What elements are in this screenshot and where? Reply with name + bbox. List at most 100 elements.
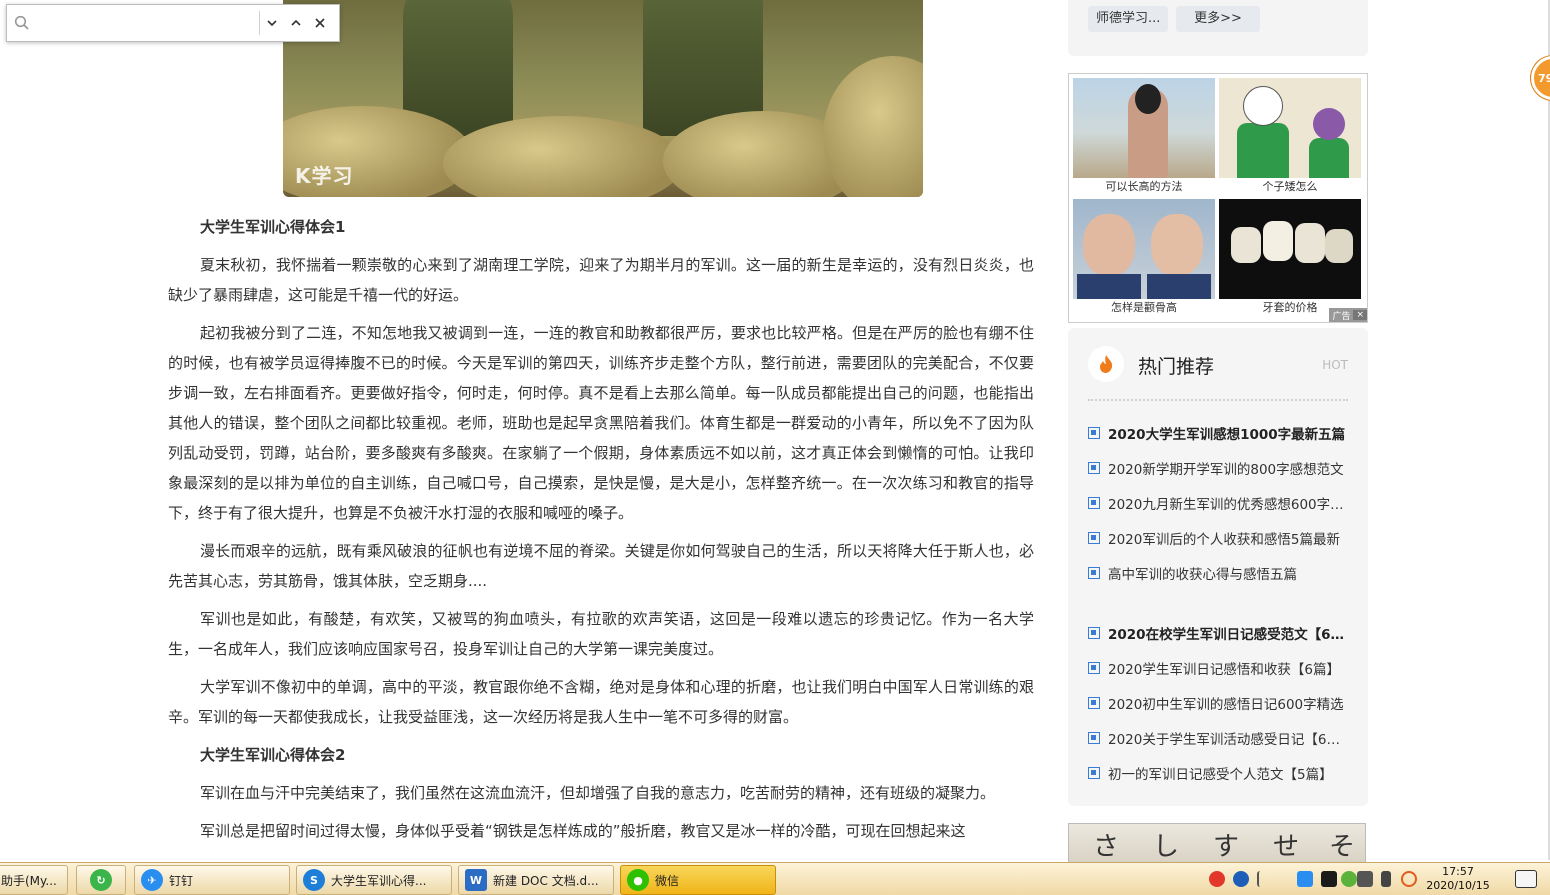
close-icon[interactable] [308,9,332,37]
hot-link[interactable]: 2020在校学生军训日记感受范文【6篇】 [1088,622,1350,644]
chevron-up-icon[interactable] [284,9,308,37]
sandbag [823,56,923,197]
network-icon[interactable] [1357,871,1373,887]
taskbar-item-assistant[interactable]: 助手(My... [0,865,68,895]
hw-char: そ [1329,832,1356,862]
notification-icon[interactable] [1515,870,1537,888]
article-icon [1088,462,1100,474]
article-body: 大学生军训心得体会1 夏末秋初，我怀揣着一颗崇敬的心来到了湖南理工学院，迎来了为… [168,212,1034,854]
sogou-input-icon[interactable] [1209,871,1225,887]
refresh-icon: ↻ [90,869,112,891]
hot-link[interactable]: 2020关于学生军训活动感受日记【6篇】 [1088,727,1350,749]
hot-link[interactable]: 高中军训的收获心得与感悟五篇 [1088,562,1350,584]
paragraph: 军训总是把留时间过得太慢，身体似乎受着“钢铁是怎样炼成的”般折磨，教官又是冰一样… [200,822,966,840]
image-watermark: K学习 [295,164,354,188]
qq-tray-icon[interactable] [1321,871,1337,887]
clock-date: 2020/10/15 [1426,879,1490,892]
hw-char: さ [1093,832,1120,862]
wechat-icon: ● [627,869,649,891]
tag-link[interactable]: 师德学习... [1088,6,1169,32]
help-icon[interactable] [1233,871,1249,887]
flame-icon [1088,346,1124,382]
hot-link-text: 2020学生军训日记感悟和收获【6篇】 [1108,662,1340,678]
article-icon [1088,532,1100,544]
ad-thumbnail [1073,78,1215,178]
divider [1088,399,1348,401]
taskbar-item-label: 大学生军训心得... [331,873,427,888]
hot-link[interactable]: 2020学生军训日记感悟和收获【6篇】 [1088,657,1350,679]
taskbar-item-refresh[interactable]: ↻ [76,865,126,895]
clock-time: 17:57 [1442,865,1474,878]
taskbar-item-browser[interactable]: S 大学生军训心得... [296,865,452,895]
section-heading: 大学生军训心得体会2 [200,746,346,764]
paragraph: 漫长而艰辛的远航，既有乘风破浪的征帆也有逆境不屈的脊梁。关键是你如何驾驶自己的生… [168,542,1034,590]
ad-caption: 个子矮怎么 [1262,180,1318,193]
hw-char: せ [1273,832,1300,862]
taskbar-item-label: 微信 [655,873,680,888]
browser-page: K学习 大学生军训心得体会1 夏末秋初，我怀揣着一颗崇敬的心来到了湖南理工学院，… [0,0,1550,895]
ad-thumbnail [1073,199,1215,299]
taskbar-item-label: 助手(My... [1,873,57,888]
article-hero-image: K学习 [283,0,923,197]
ad-label: 广告 × [1329,308,1367,322]
more-link[interactable]: 更多>> [1176,6,1260,32]
hot-link[interactable]: 2020初中生军训的感悟日记600字精选 [1088,692,1350,714]
find-bar [6,4,340,42]
taskbar-item-label: 新建 DOC 文档.d... [493,873,599,888]
ad-item[interactable]: 可以长高的方法 [1073,78,1215,196]
system-clock[interactable]: 17:57 2020/10/15 [1418,865,1498,893]
ad-block: 可以长高的方法 个子矮怎么 怎样是颧骨高 牙套的价格 广告 × [1068,73,1368,323]
article-icon [1088,697,1100,709]
ad-thumbnail [1219,199,1361,299]
search-icon [7,15,37,31]
paragraph: 大学军训不像初中的单调，高中的平淡，教官跟你绝不含糊，绝对是身体和心理的折磨，也… [168,678,1034,726]
ad-item[interactable]: 怎样是颧骨高 [1073,199,1215,317]
article-icon [1088,567,1100,579]
hot-link-text: 初一的军训日记感受个人范文【5篇】 [1108,767,1333,783]
volume-icon[interactable] [1381,871,1391,887]
hot-link-text: 2020初中生军训的感悟日记600字精选 [1108,697,1344,713]
hot-recommend-box: 热门推荐 HOT 2020大学生军训感想1000字最新五篇 2020新学期开学军… [1068,328,1368,806]
hot-header: 热门推荐 HOT [1088,346,1348,386]
article-icon [1088,662,1100,674]
ad-item[interactable]: 牙套的价格 [1219,199,1361,317]
wps-icon: W [465,869,487,891]
ad-close-icon[interactable]: × [1353,310,1367,320]
system-tray [1205,863,1550,895]
find-input[interactable] [37,9,259,37]
hot-link[interactable]: 2020军训后的个人收获和感悟5篇最新 [1088,527,1350,549]
article-icon [1088,627,1100,639]
ad-item[interactable]: 个子矮怎么 [1219,78,1361,196]
tray-divider-icon [1257,871,1265,887]
article-icon [1088,767,1100,779]
hot-link-text: 2020新学期开学军训的800字感想范文 [1108,462,1344,478]
ad-thumbnail [1219,78,1361,178]
taskbar-item-wps[interactable]: W 新建 DOC 文档.d... [458,865,614,895]
article-icon [1088,497,1100,509]
hot-link[interactable]: 2020新学期开学军训的800字感想范文 [1088,457,1350,479]
article-icon [1088,427,1100,439]
hot-link[interactable]: 初一的军训日记感受个人范文【5篇】 [1088,762,1350,784]
hot-link-text: 2020九月新生军训的优秀感想600字五篇 [1108,497,1350,513]
speaker-icon[interactable] [1401,871,1417,887]
paragraph: 军训也是如此，有酸楚，有欢笑，又被骂的狗血喷头，有拉歌的欢声笑语，这回是一段难以… [168,610,1034,658]
paragraph: 起初我被分到了二连，不知怎地我又被调到一连，一连的教官和助教都很严厉，要求也比较… [168,324,1034,522]
floating-badge[interactable]: 79 [1531,56,1550,100]
hot-link[interactable]: 2020九月新生军训的优秀感想600字五篇 [1088,492,1350,514]
hot-link-text: 2020在校学生军训日记感受范文【6篇】 [1108,627,1350,643]
hot-link-text: 高中军训的收获心得与感悟五篇 [1108,567,1297,583]
tag-box: 师德学习... 更多>> [1068,0,1368,56]
dingtalk-tray-icon[interactable] [1297,871,1313,887]
hot-link-text: 2020关于学生军训活动感受日记【6篇】 [1108,732,1350,748]
sogou-browser-icon: S [303,869,325,891]
hot-link[interactable]: 2020大学生军训感想1000字最新五篇 [1088,422,1350,444]
handwriting-image[interactable]: さ し す せ そ [1068,823,1366,865]
hot-link-text: 2020军训后的个人收获和感悟5篇最新 [1108,532,1340,548]
security-tray-icon[interactable] [1341,871,1357,887]
hot-link-text: 2020大学生军训感想1000字最新五篇 [1108,427,1346,443]
taskbar-item-wechat[interactable]: ● 微信 [620,865,776,895]
paragraph: 夏末秋初，我怀揣着一颗崇敬的心来到了湖南理工学院，迎来了为期半月的军训。这一届的… [168,256,1034,304]
taskbar-item-label: 钉钉 [169,873,194,888]
taskbar-item-dingtalk[interactable]: ✈ 钉钉 [134,865,290,895]
chevron-down-icon[interactable] [260,9,284,37]
